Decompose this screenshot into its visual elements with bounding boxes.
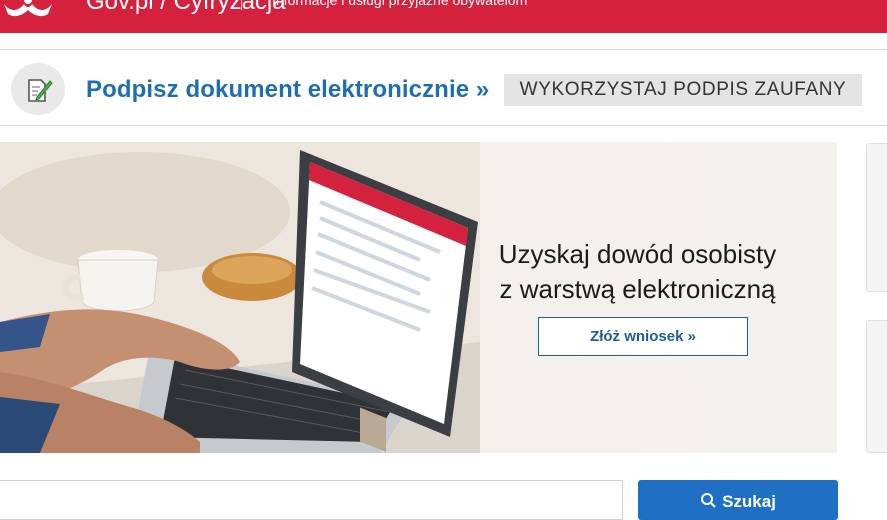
site-tagline: Informacje i usługi przyjazne obywatelom [272, 0, 528, 8]
sign-icon-badge[interactable] [11, 63, 65, 115]
site-name[interactable]: Gov.pl / Cyfryzacja [86, 0, 286, 16]
side-card-bottom[interactable] [866, 320, 887, 453]
search-input[interactable] [0, 480, 623, 520]
sign-document-bar: Podpisz dokument elektronicznie » WYKORZ… [0, 49, 887, 126]
sign-document-link[interactable]: Podpisz dokument elektronicznie » [86, 76, 489, 104]
banner-headline-line-1: Uzyskaj dowód osobisty [498, 239, 777, 269]
search-button-label: Szukaj [722, 492, 776, 511]
header-divider [241, 0, 242, 10]
top-header: Gov.pl / Cyfryzacja Informacje i usługi … [0, 0, 887, 33]
e-id-banner: Uzyskaj dowód osobisty z warstwą elektro… [0, 142, 837, 453]
banner-headline-line-2: z warstwą elektroniczną [499, 274, 776, 304]
eagle-logo-icon[interactable] [0, 0, 56, 22]
laptop-hands-illustration [0, 142, 480, 453]
search-icon [701, 493, 716, 508]
banner-headline: Uzyskaj dowód osobisty z warstwą elektro… [480, 237, 795, 307]
search-button[interactable]: Szukaj [638, 480, 838, 520]
trusted-profile-button[interactable]: WYKORZYSTAJ PODPIS ZAUFANY [504, 74, 862, 106]
submit-application-button[interactable]: Złóż wniosek » [538, 317, 748, 356]
document-pen-icon [28, 79, 53, 102]
side-card-top[interactable] [866, 143, 887, 292]
